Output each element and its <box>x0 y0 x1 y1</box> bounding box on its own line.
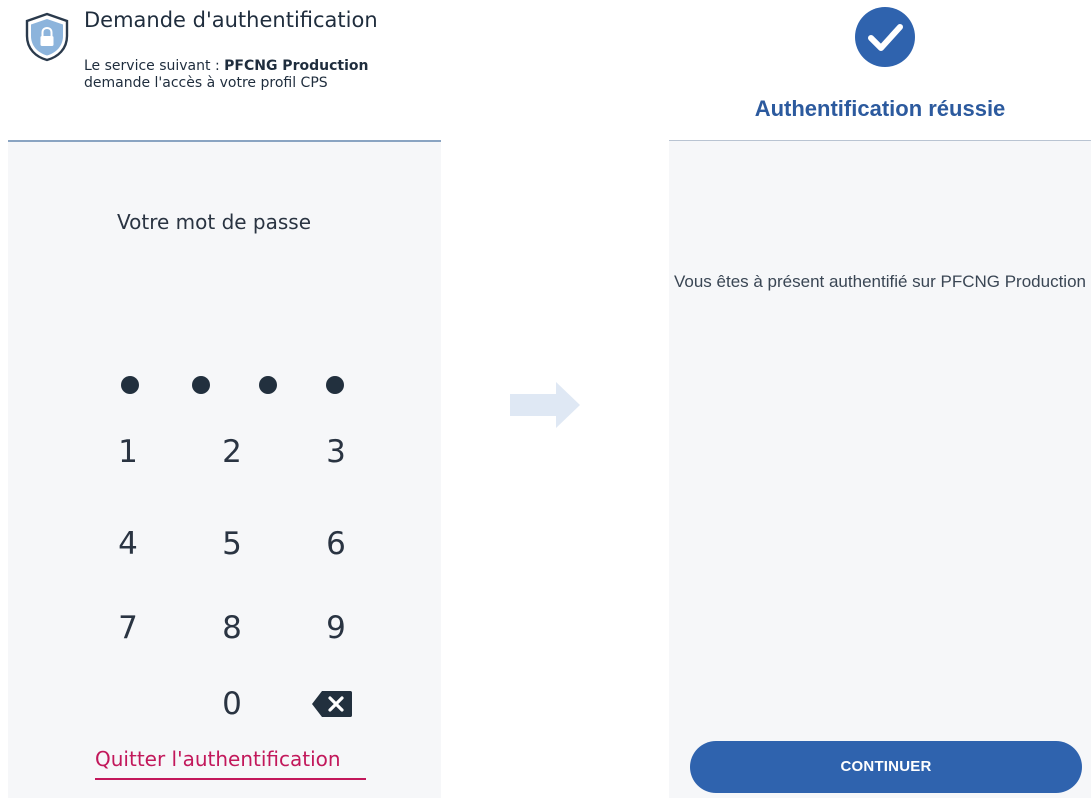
service-prefix: Le service suivant : <box>84 58 225 74</box>
success-panel <box>669 141 1091 798</box>
pin-dot <box>121 376 139 394</box>
pin-dot <box>259 376 277 394</box>
pin-dot <box>192 376 210 394</box>
keypad-key-0[interactable]: 0 <box>202 680 262 728</box>
page-title: Demande d'authentification <box>84 8 378 32</box>
pin-dot <box>326 376 344 394</box>
service-line: Le service suivant : PFCNG Production <box>84 58 368 75</box>
keypad-key-4[interactable]: 4 <box>98 520 158 568</box>
keypad-key-5[interactable]: 5 <box>202 520 262 568</box>
password-label: Votre mot de passe <box>117 210 312 234</box>
arrow-right-icon <box>510 382 580 428</box>
service-name: PFCNG Production <box>224 58 369 74</box>
access-request-text: demande l'accès à votre profil CPS <box>84 75 328 91</box>
keypad-key-9[interactable]: 9 <box>306 604 366 652</box>
authenticated-message: Vous êtes à présent authentifié sur PFCN… <box>673 272 1086 291</box>
keypad-key-3[interactable]: 3 <box>306 428 366 476</box>
success-title: Authentification réussie <box>754 96 1006 121</box>
shield-lock-icon <box>25 12 69 62</box>
keypad-key-2[interactable]: 2 <box>202 428 262 476</box>
keypad-key-7[interactable]: 7 <box>98 604 158 652</box>
keypad-key-8[interactable]: 8 <box>202 604 262 652</box>
check-circle-icon <box>855 7 915 67</box>
backspace-icon[interactable] <box>310 688 354 720</box>
quit-link-underline <box>95 778 366 780</box>
password-screen: Demande d'authentification Le service su… <box>0 0 441 798</box>
keypad-key-6[interactable]: 6 <box>306 520 366 568</box>
quit-authentication-link[interactable]: Quitter l'authentification <box>95 747 341 771</box>
continue-button[interactable]: CONTINUER <box>690 741 1082 793</box>
keypad-key-1[interactable]: 1 <box>98 428 158 476</box>
